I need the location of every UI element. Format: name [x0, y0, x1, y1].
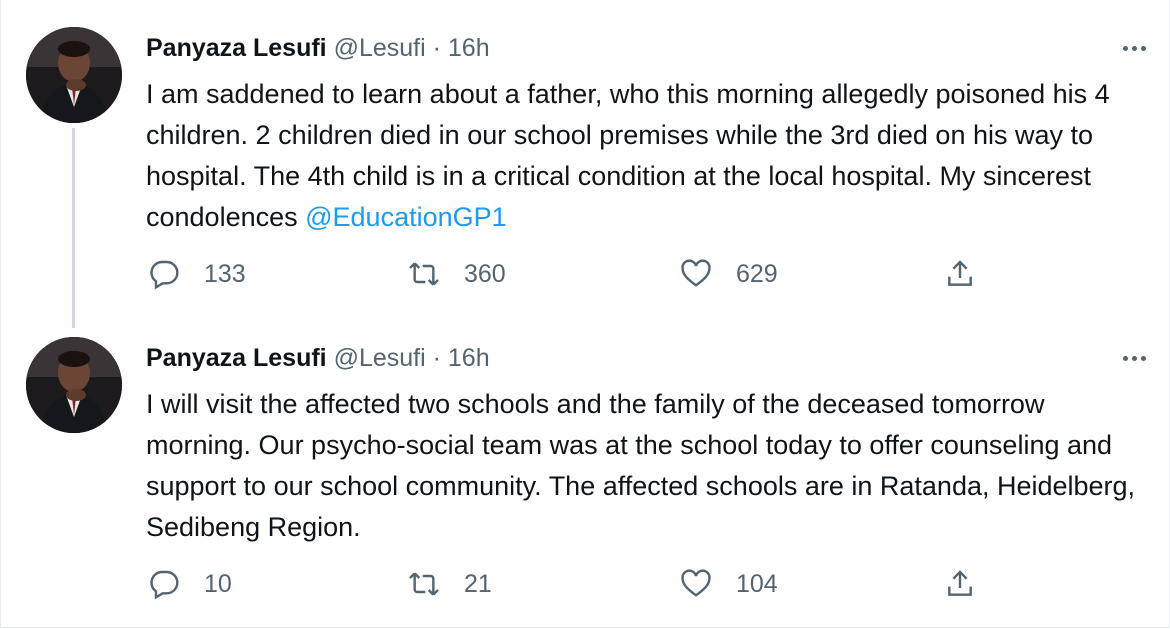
tweet-text-body: I will visit the affected two schools an…: [146, 389, 1136, 542]
more-icon[interactable]: [1114, 30, 1154, 66]
more-icon[interactable]: [1114, 340, 1154, 376]
retweet-button[interactable]: 21: [408, 564, 492, 604]
author-handle[interactable]: @Lesufi: [334, 34, 426, 62]
share-icon: [948, 260, 972, 286]
avatar[interactable]: [26, 27, 122, 123]
reply-count: 133: [204, 259, 246, 288]
tweet-actions: 10 21 104: [146, 564, 1006, 604]
like-count: 629: [736, 259, 778, 288]
author-handle[interactable]: @Lesufi: [334, 344, 426, 372]
retweet-icon: [409, 572, 439, 596]
reply-icon: [150, 570, 179, 600]
tweet-actions: 133 360 629: [146, 254, 1006, 294]
reply-icon: [150, 260, 179, 290]
like-count: 104: [736, 569, 778, 598]
tweet-text: I am saddened to learn about a father, w…: [146, 74, 1156, 238]
share-button[interactable]: [944, 564, 1000, 604]
tweet-header: Panyaza Lesufi @Lesufi · 16h: [146, 30, 490, 66]
reply-button[interactable]: 10: [148, 564, 232, 604]
share-icon: [948, 570, 972, 596]
tweet-text: I will visit the affected two schools an…: [146, 384, 1156, 548]
retweet-button[interactable]: 360: [408, 254, 506, 294]
reply-count: 10: [204, 569, 232, 598]
thread-connector-line: [72, 128, 75, 328]
mention-link[interactable]: @EducationGP1: [305, 202, 507, 232]
tweet-header: Panyaza Lesufi @Lesufi · 16h: [146, 340, 490, 376]
retweet-count: 21: [464, 569, 492, 598]
meta-separator: ·: [425, 344, 448, 372]
like-icon: [681, 259, 711, 287]
avatar[interactable]: [26, 337, 122, 433]
share-button[interactable]: [944, 254, 1000, 294]
like-icon: [681, 569, 711, 597]
like-button[interactable]: 104: [680, 564, 778, 604]
author-name[interactable]: Panyaza Lesufi: [146, 34, 327, 62]
meta-separator: ·: [425, 34, 448, 62]
author-name[interactable]: Panyaza Lesufi: [146, 344, 327, 372]
retweet-count: 360: [464, 259, 506, 288]
reply-button[interactable]: 133: [148, 254, 246, 294]
tweet-time[interactable]: 16h: [448, 34, 490, 62]
like-button[interactable]: 629: [680, 254, 778, 294]
tweet-text-body: I am saddened to learn about a father, w…: [146, 79, 1110, 232]
tweet-time[interactable]: 16h: [448, 344, 490, 372]
retweet-icon: [409, 262, 439, 286]
